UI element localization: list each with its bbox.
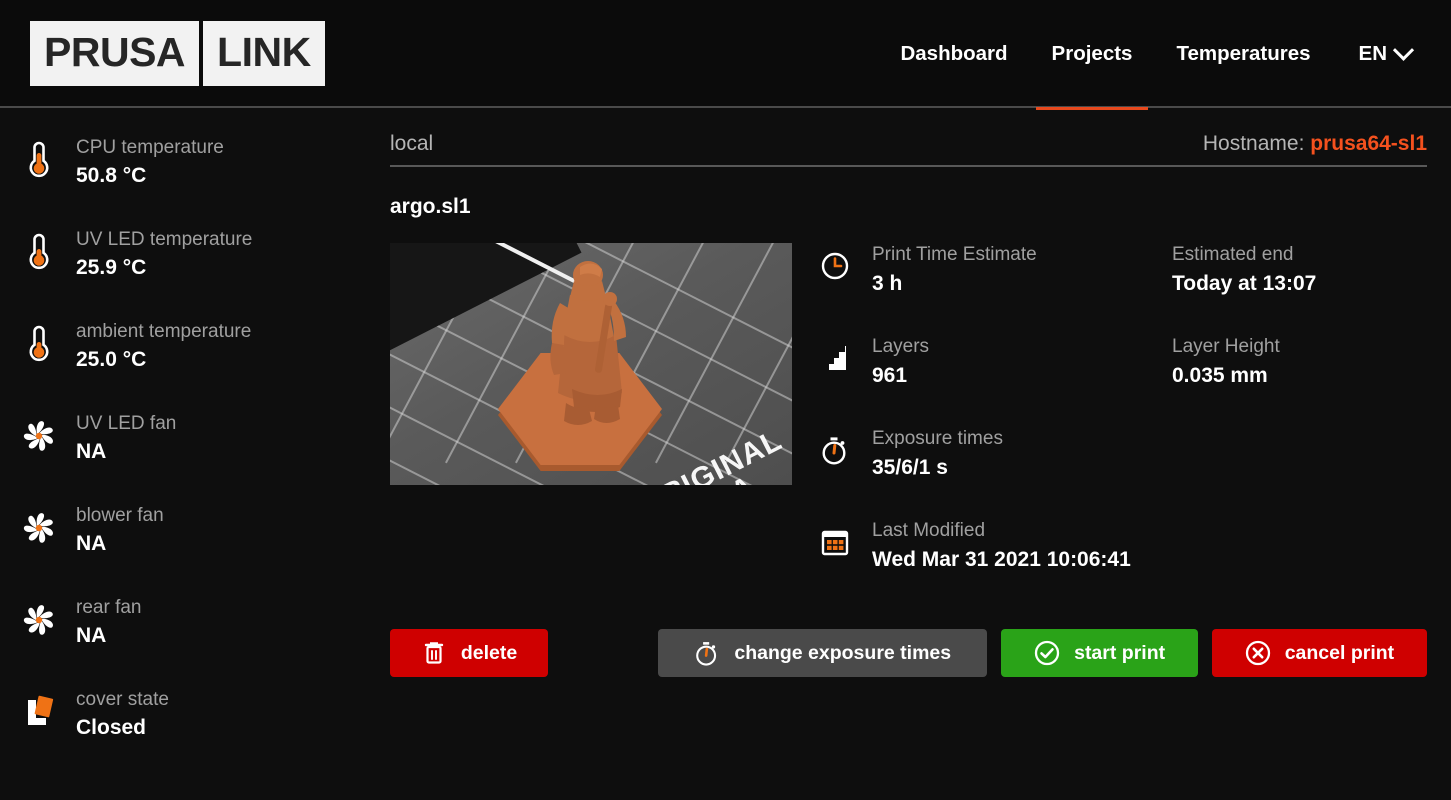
language-selector[interactable]: EN bbox=[1333, 39, 1427, 66]
calendar-icon bbox=[818, 525, 852, 559]
cancel-print-button[interactable]: cancel print bbox=[1211, 629, 1427, 677]
telemetry-value: NA bbox=[76, 439, 107, 463]
project-filename: argo.sl1 bbox=[390, 195, 471, 218]
project-thumbnail[interactable]: ORIGINAL PRUSA bbox=[390, 243, 792, 485]
logo-link-text: LINK bbox=[203, 20, 325, 86]
logo-prusa-text: PRUSA bbox=[30, 20, 200, 86]
telemetry-label: UV LED fan bbox=[76, 413, 177, 434]
breadcrumb-bar: local Hostname: prusa64-sl1 bbox=[390, 132, 1427, 167]
telemetry-label: rear fan bbox=[76, 597, 142, 618]
telemetry-item-rear-fan: rear fan NA bbox=[22, 596, 380, 688]
nav-item-dashboard[interactable]: Dashboard bbox=[878, 0, 1029, 108]
metadata-layers: Layers 961 bbox=[818, 335, 1118, 427]
thermometer-icon bbox=[22, 324, 56, 364]
metadata-value: Today at 13:07 bbox=[1172, 271, 1317, 295]
telemetry-item-cpu-temperature: CPU temperature 50.8 °C bbox=[22, 136, 380, 228]
telemetry-item-uv-led-fan: UV LED fan NA bbox=[22, 412, 380, 504]
telemetry-label: CPU temperature bbox=[76, 137, 224, 158]
fan-icon bbox=[22, 416, 56, 456]
cover-icon bbox=[22, 692, 56, 732]
telemetry-value: NA bbox=[76, 623, 107, 647]
stopwatch-icon bbox=[818, 433, 852, 467]
telemetry-item-uv-led-temperature: UV LED temperature 25.9 °C bbox=[22, 228, 380, 320]
chevron-down-icon bbox=[1392, 39, 1415, 61]
metadata-empty-slot-1 bbox=[1118, 427, 1427, 519]
app-header: PRUSA LINK Dashboard Projects Temperatur… bbox=[0, 0, 1451, 110]
metadata-print-time-estimate: Print Time Estimate 3 h bbox=[818, 243, 1118, 335]
fan-icon bbox=[22, 508, 56, 548]
telemetry-item-cover-state: cover state Closed bbox=[22, 688, 380, 780]
delete-button-label: delete bbox=[460, 641, 518, 664]
main-content: local Hostname: prusa64-sl1 argo.sl1 Pri… bbox=[380, 108, 1451, 800]
telemetry-value: NA bbox=[76, 531, 107, 555]
metadata-layer-height: Layer Height 0.035 mm bbox=[1118, 335, 1427, 427]
nav-item-temperatures[interactable]: Temperatures bbox=[1154, 0, 1332, 108]
metadata-value: 35/6/1 s bbox=[872, 455, 948, 479]
metadata-label: Last Modified bbox=[872, 520, 986, 541]
breadcrumb[interactable]: local bbox=[390, 132, 433, 156]
project-metadata: Print Time Estimate 3 h Estimated end To… bbox=[818, 243, 1427, 611]
metadata-label: Layers bbox=[872, 336, 930, 357]
metadata-value: 0.035 mm bbox=[1172, 363, 1268, 387]
start-print-button[interactable]: start print bbox=[1001, 629, 1198, 677]
metadata-label: Exposure times bbox=[872, 428, 1003, 449]
hostname-display: Hostname: prusa64-sl1 bbox=[1203, 132, 1427, 156]
hostname-value: prusa64-sl1 bbox=[1310, 132, 1427, 155]
action-buttons: delete change exposure times start print… bbox=[390, 629, 1427, 677]
trash-icon bbox=[421, 640, 447, 666]
telemetry-label: cover state bbox=[76, 689, 169, 710]
telemetry-label: ambient temperature bbox=[76, 321, 252, 342]
check-circle-icon bbox=[1034, 640, 1060, 666]
x-circle-icon bbox=[1245, 640, 1271, 666]
telemetry-label: UV LED temperature bbox=[76, 229, 253, 250]
telemetry-value: 25.9 °C bbox=[76, 255, 147, 279]
metadata-label: Layer Height bbox=[1172, 336, 1280, 357]
thermometer-icon bbox=[22, 140, 56, 180]
nav-item-projects[interactable]: Projects bbox=[1030, 0, 1155, 110]
layers-icon bbox=[818, 341, 852, 375]
language-label: EN bbox=[1358, 42, 1387, 65]
change-exposure-times-label: change exposure times bbox=[734, 641, 952, 664]
telemetry-label: blower fan bbox=[76, 505, 164, 526]
model-figurine bbox=[550, 261, 626, 425]
metadata-exposure-times: Exposure times 35/6/1 s bbox=[818, 427, 1118, 519]
telemetry-value: Closed bbox=[76, 715, 147, 739]
cancel-print-label: cancel print bbox=[1284, 641, 1395, 664]
telemetry-value: 50.8 °C bbox=[76, 163, 147, 187]
thermometer-icon bbox=[22, 232, 56, 272]
prusalink-logo: PRUSA LINK bbox=[30, 20, 325, 86]
telemetry-item-ambient-temperature: ambient temperature 25.0 °C bbox=[22, 320, 380, 412]
delete-button[interactable]: delete bbox=[390, 629, 549, 677]
metadata-value: Wed Mar 31 2021 10:06:41 bbox=[872, 547, 1131, 571]
metadata-last-modified: Last Modified Wed Mar 31 2021 10:06:41 bbox=[818, 519, 1131, 611]
metadata-label: Estimated end bbox=[1172, 244, 1294, 265]
stopwatch-icon bbox=[694, 640, 720, 666]
main-navigation: Dashboard Projects Temperatures EN bbox=[878, 0, 1427, 110]
metadata-value: 961 bbox=[872, 363, 908, 387]
hostname-label: Hostname: bbox=[1202, 132, 1311, 155]
fan-icon bbox=[22, 600, 56, 640]
telemetry-sidebar: CPU temperature 50.8 °C UV LED temperatu… bbox=[0, 108, 380, 800]
change-exposure-times-button[interactable]: change exposure times bbox=[658, 629, 988, 677]
metadata-estimated-end: Estimated end Today at 13:07 bbox=[1118, 243, 1427, 335]
metadata-label: Print Time Estimate bbox=[872, 244, 1037, 265]
start-print-label: start print bbox=[1074, 641, 1166, 664]
telemetry-value: 25.0 °C bbox=[76, 347, 147, 371]
clock-icon bbox=[818, 249, 852, 283]
metadata-empty-slot-2 bbox=[1118, 519, 1427, 611]
metadata-value: 3 h bbox=[872, 271, 903, 295]
telemetry-item-blower-fan: blower fan NA bbox=[22, 504, 380, 596]
